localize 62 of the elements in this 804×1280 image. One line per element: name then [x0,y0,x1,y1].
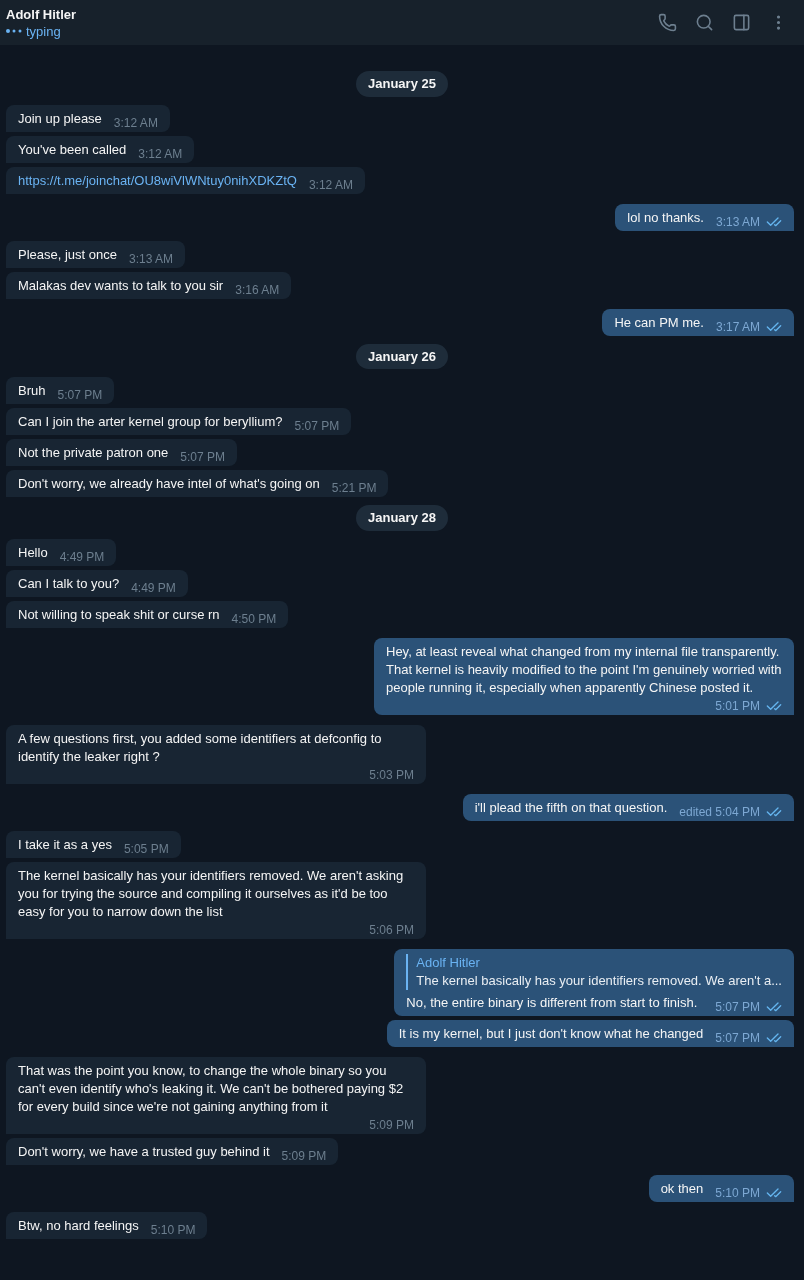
message-text: lol no thanks. [627,208,704,227]
message-time: 5:21 PM [331,481,377,495]
message-time: 3:17 AM [715,319,760,334]
message-time: 3:12 AM [113,115,158,130]
message-text: Not willing to speak shit or curse rn [18,605,220,624]
typing-status: typing [26,22,61,40]
reply-quote[interactable]: Adolf Hitler The kernel basically has your identifiers removed. We aren't a... [406,953,782,990]
message-text: I take it as a yes [18,835,112,854]
message-text: It is my kernel, but I just don't know what he changed [398,1024,704,1043]
message-time: 5:07 PM [715,999,760,1014]
search-icon[interactable] [695,13,714,32]
message-text: The kernel basically has your identifiers removed. We aren't asking you for trying the source and compiling it ourselves as it'd be too easy for you to narrow down the list [18,866,405,921]
message-text: Not the private patron one [18,444,169,462]
message-time: 5:10 PM [150,1222,196,1237]
date-separator: January 26 [356,343,448,369]
message-time: 3:13 AM [715,214,760,229]
message-text: Btw, no hard feelings [18,1216,139,1235]
date-separator: January 28 [356,505,448,531]
message-text: i'll plead the fifth on that question. [474,798,668,817]
message-text: Hey, at least reveal what changed from my internal file transparently. That kernel is heavily modified to the point I'm genuinely worried with people running it, especially when apparently Chinese posted it. [386,642,782,697]
message-text: A few questions first, you added some identifiers at defconfig to identify the leaker right ? [18,729,383,766]
message-text: Don't worry, we already have intel of what's going on [18,475,320,493]
date-separator: January 25 [356,71,448,97]
message-text: Can I talk to you? [18,574,120,593]
message-time: 5:07 PM [180,450,226,464]
message-text: You've been called [18,140,127,159]
message-text: Join up please [18,109,102,128]
side-panel-icon[interactable] [732,13,751,32]
message-time: 5:10 PM [715,1185,760,1200]
message-time: 4:50 PM [231,611,277,626]
message-text: Hello [18,543,48,562]
message-time: 5:01 PM [715,698,760,713]
reply-author: Adolf Hitler [416,953,481,972]
message-text: He can PM me. [614,313,704,332]
message-link[interactable]: https://t.me/joinchat/OU8wiVlWNtuy0nihXDKZtQ [18,171,297,190]
message-text: No, the entire binary is different from start to finish. [406,993,698,1012]
message-time: 5:09 PM [369,1117,414,1132]
message-time: 5:03 PM [369,767,414,782]
reply-text: The kernel basically has your identifiers removed. We aren't a... [416,971,782,990]
message-time: 3:12 AM [138,146,183,161]
contact-name: Adolf Hitler [6,5,77,23]
message-text: Bruh [18,382,46,400]
message-time: 3:13 AM [129,251,174,266]
message-text: Malakas dev wants to talk to you sir [18,276,224,295]
message-time: 3:12 AM [308,177,353,192]
message-time: 5:07 PM [57,388,103,402]
message-text: Don't worry, we have a trusted guy behind it [18,1142,270,1161]
message-time: edited 5:04 PM [679,804,760,819]
message-time: 3:16 AM [235,282,280,297]
message-time: 5:07 PM [294,419,340,433]
message-text: Can I join the arter kernel group for beryllium? [18,413,283,431]
message-time: 5:05 PM [123,841,169,856]
message-text: Please, just once [18,245,117,264]
typing-dots-icon [6,29,22,33]
phone-icon[interactable] [658,13,677,32]
message-text: ok then [660,1179,704,1198]
message-time: 4:49 PM [59,549,105,564]
message-time: 5:06 PM [369,922,414,937]
message-time: 5:07 PM [715,1030,760,1045]
message-time: 4:49 PM [131,580,176,595]
message-time: 5:09 PM [281,1148,327,1163]
message-text: That was the point you know, to change the whole binary so you can't even identify who's leaking it. We can't be bothered paying $2 for every build since we're not gaining anything from it [18,1061,405,1116]
